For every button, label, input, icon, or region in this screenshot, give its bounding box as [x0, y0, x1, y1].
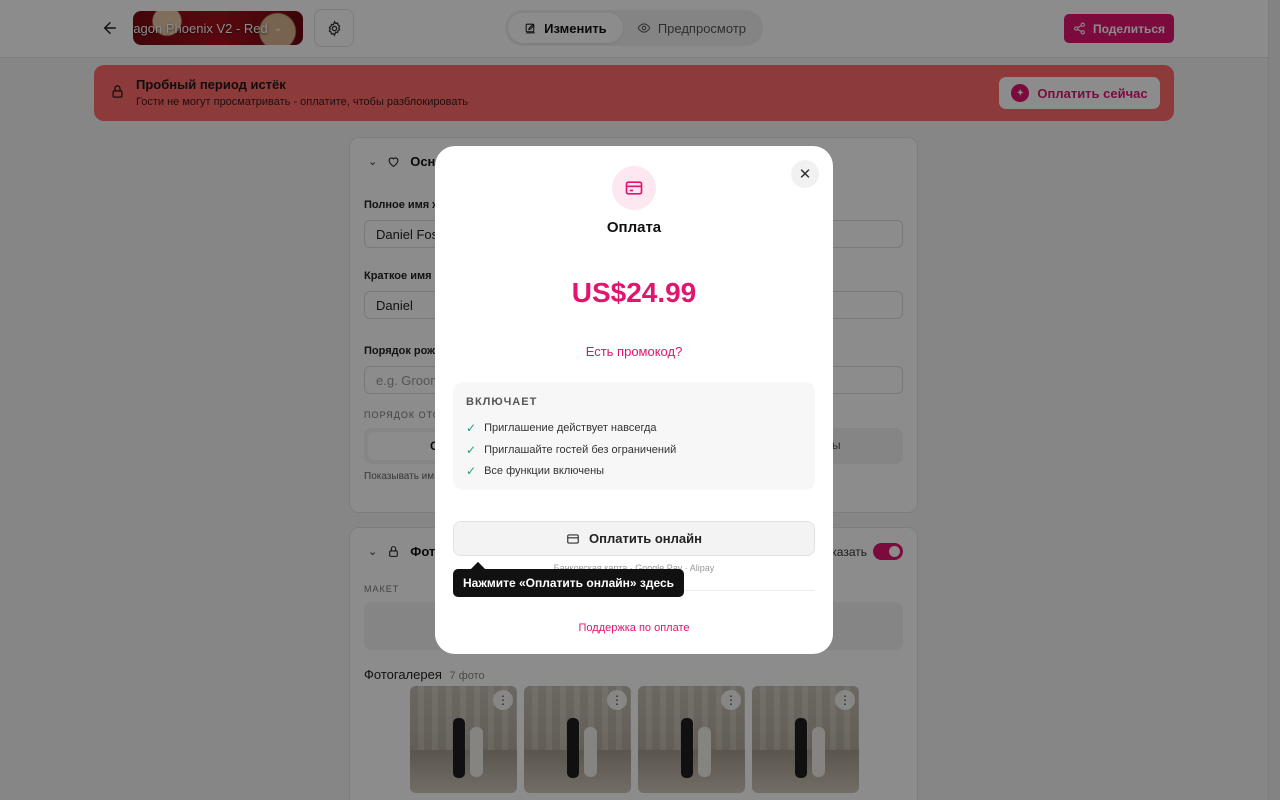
check-icon: ✓	[466, 464, 477, 478]
payment-support-link[interactable]: Поддержка по оплате	[435, 622, 833, 634]
feature-item: ✓ Приглашайте гостей без ограничений	[466, 443, 676, 457]
credit-card-icon	[567, 533, 579, 544]
close-icon: ✕	[798, 166, 812, 183]
price: US$24.99	[571, 277, 697, 308]
includes-caption: ВКЛЮЧАЕТ	[466, 396, 538, 408]
feature-item: ✓ Все функции включены	[466, 464, 604, 478]
pay-online-label: Оплатить онлайн	[589, 531, 702, 546]
feature-text: Все функции включены	[484, 465, 605, 477]
credit-card-icon	[612, 166, 656, 210]
includes-box: ВКЛЮЧАЕТ ✓ Приглашение действует навсегд…	[453, 382, 815, 490]
feature-text: Приглашение действует навсегда	[484, 422, 657, 434]
tooltip-text: Нажмите «Оплатить онлайн» здесь	[463, 576, 675, 590]
tooltip: Нажмите «Оплатить онлайн» здесь	[453, 569, 684, 597]
modal-title: Оплата	[606, 219, 662, 236]
feature-text: Приглашайте гостей без ограничений	[484, 444, 677, 456]
pay-online-button[interactable]: Оплатить онлайн	[453, 521, 815, 556]
promo-code-link[interactable]: Есть промокод?	[435, 344, 833, 359]
feature-item: ✓ Приглашение действует навсегда	[466, 421, 657, 435]
close-button[interactable]: ✕	[791, 160, 819, 188]
check-icon: ✓	[466, 443, 477, 457]
check-icon: ✓	[466, 421, 477, 435]
